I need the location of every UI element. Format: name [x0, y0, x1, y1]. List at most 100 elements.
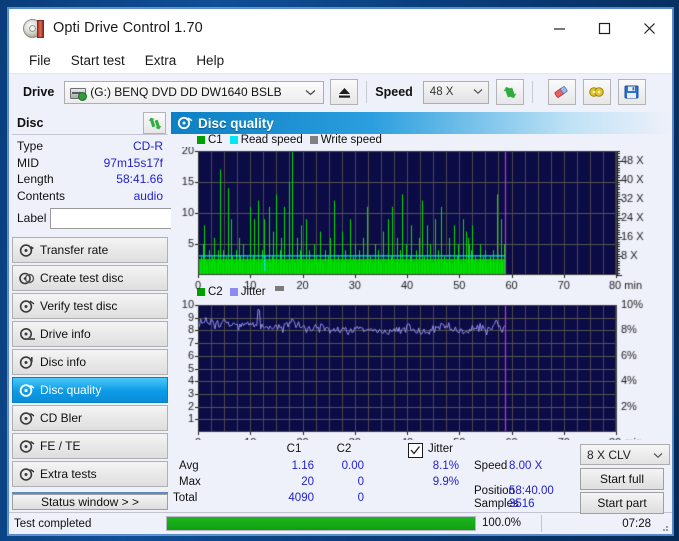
c1-chart[interactable] — [171, 146, 670, 297]
field-key: Length — [17, 172, 54, 186]
legend-swatch — [229, 136, 238, 145]
maximize-icon[interactable] — [582, 9, 627, 47]
toolbar-divider — [366, 81, 368, 103]
status-bar: Test completed 100.0% 07:28 — [9, 512, 672, 534]
disc-create-icon — [19, 271, 36, 286]
drive-toolbar: Drive (G:) BENQ DVD DD DW1640 BSLB Speed… — [9, 73, 672, 110]
close-icon[interactable] — [627, 9, 672, 47]
eject-button[interactable] — [330, 79, 359, 105]
speed-stat-label: Speed — [474, 460, 508, 472]
drive-label: Drive — [23, 85, 55, 99]
field-key: Contents — [17, 188, 66, 203]
write-strategy-select[interactable]: 8 X CLV — [580, 444, 670, 465]
disc-label-key: Label — [17, 211, 47, 225]
disc-quality-icon — [177, 116, 193, 130]
menu-item-file[interactable]: File — [20, 51, 60, 70]
disc-verify-icon — [19, 299, 36, 314]
sidebar-item-transfer-rate[interactable]: Transfer rate — [12, 237, 168, 263]
disc-quality-icon — [19, 383, 36, 398]
minimize-icon[interactable] — [537, 9, 582, 47]
drive-select[interactable]: (G:) BENQ DVD DD DW1640 BSLB — [64, 80, 325, 104]
sidebar-item-label: Disc quality — [40, 383, 102, 397]
speed-stat-value: 8.00 X — [509, 460, 543, 472]
sidebar-item-label: Disc info — [40, 355, 87, 369]
stats-row-label: Total — [173, 492, 198, 504]
menu-item-help[interactable]: Help — [187, 51, 233, 70]
title-bar: Opti Drive Control 1.70 — [9, 9, 672, 47]
disc-info-fields: Type CD-R MID 97m15s17f Length 58:41.66 … — [12, 135, 219, 232]
speed-label: Speed — [375, 85, 413, 99]
progress-bar-track — [166, 516, 476, 531]
chevron-down-icon — [473, 86, 483, 98]
disc-icon — [22, 17, 44, 39]
refresh-button[interactable] — [495, 79, 524, 105]
sidebar-item-cd-bler[interactable]: CD Bler — [12, 405, 168, 431]
drive-select-value: (G:) BENQ DVD DD DW1640 BSLB — [90, 85, 282, 99]
sidebar-item-create-test-disc[interactable]: Create test disc — [12, 265, 168, 291]
bitsetting-button[interactable] — [582, 79, 611, 105]
speed-select[interactable]: 48 X — [422, 80, 489, 104]
legend-label: Write speed — [320, 134, 382, 147]
write-strategy-value: 8 X CLV — [587, 447, 631, 462]
jitter-chart-canvas[interactable] — [171, 298, 668, 454]
erase-button[interactable] — [547, 79, 576, 105]
legend-label: Read speed — [240, 134, 303, 147]
jitter-checkbox[interactable] — [408, 443, 423, 458]
refresh-icon — [148, 117, 161, 129]
toolbar-divider-2 — [531, 81, 533, 103]
check-icon — [410, 446, 421, 455]
legend-swatch — [197, 136, 205, 145]
legend-swatch — [309, 136, 318, 145]
elapsed-time: 07:28 — [622, 517, 651, 530]
c1-legend: C1 Read speed Write speed — [171, 134, 670, 147]
jitter-chart[interactable] — [171, 298, 670, 454]
sidebar-item-disc-quality[interactable]: Disc quality — [12, 377, 168, 403]
speed-select-value: 48 X — [429, 86, 454, 98]
sidebar-item-label: Create test disc — [40, 271, 124, 285]
progress-bar-fill — [167, 517, 475, 530]
window-title: Opti Drive Control 1.70 — [53, 20, 203, 36]
legend-entry-c1: C1 — [197, 134, 223, 146]
field-value: 97m15s17f — [103, 155, 163, 170]
save-button[interactable] — [617, 79, 646, 105]
nav-list: Transfer rate Create test disc Verify te… — [12, 237, 168, 489]
stats-avg-c2: 0.00 — [341, 460, 364, 472]
disc-bler-icon — [19, 411, 36, 426]
sidebar-item-label: CD Bler — [40, 411, 83, 425]
drive-icon — [69, 85, 88, 101]
stats-col-c1: C1 — [286, 443, 302, 455]
field-key: Type — [17, 139, 44, 153]
sidebar-item-extra-tests[interactable]: Extra tests — [12, 461, 168, 487]
menu-item-extra[interactable]: Extra — [136, 51, 186, 70]
sidebar-item-verify-test-disc[interactable]: Verify test disc — [12, 293, 168, 319]
menu-bar: File Start test Extra Help — [9, 47, 672, 73]
disc-field-length: Length 58:41.66 — [17, 172, 163, 188]
start-full-button[interactable]: Start full — [580, 468, 664, 490]
app-window: Opti Drive Control 1.70 File Start test … — [8, 8, 673, 535]
disc-field-type: Type CD-R — [17, 139, 163, 155]
stats-col-jitter: Jitter — [428, 443, 453, 455]
field-value: CD-R — [133, 139, 163, 153]
resize-grip[interactable] — [659, 519, 669, 531]
position-stat-value: 58:40.00 — [509, 485, 554, 497]
c1-chart-canvas[interactable] — [171, 146, 668, 297]
stats-row-label: Max — [179, 476, 201, 488]
sidebar-item-drive-info[interactable]: Drive info — [12, 321, 168, 347]
stats-max-c2: 0 — [357, 476, 364, 488]
sidebar-item-disc-info[interactable]: Disc info — [12, 349, 168, 375]
menu-item-start-test[interactable]: Start test — [62, 51, 134, 70]
sidebar-item-label: Transfer rate — [40, 243, 109, 257]
status-window-button[interactable]: Status window > > — [12, 494, 168, 510]
charts-area: C1 Read speed Write speed C1 C2 Jitter A… — [171, 134, 670, 514]
sidebar-item-fe-te[interactable]: FE / TE — [12, 433, 168, 459]
start-part-button[interactable]: Start part — [580, 492, 664, 514]
page-title: Disc quality — [198, 115, 274, 131]
disc-section-header: Disc — [12, 112, 168, 135]
sidebar-item-label: Drive info — [40, 327, 91, 341]
panel-header: Disc quality — [171, 112, 670, 134]
stats-total-c2: 0 — [357, 492, 364, 504]
disc-refresh-button[interactable] — [143, 112, 166, 134]
chevron-down-icon — [653, 448, 663, 462]
stats-row-label: Avg — [179, 460, 199, 472]
status-text: Test completed — [14, 517, 92, 530]
